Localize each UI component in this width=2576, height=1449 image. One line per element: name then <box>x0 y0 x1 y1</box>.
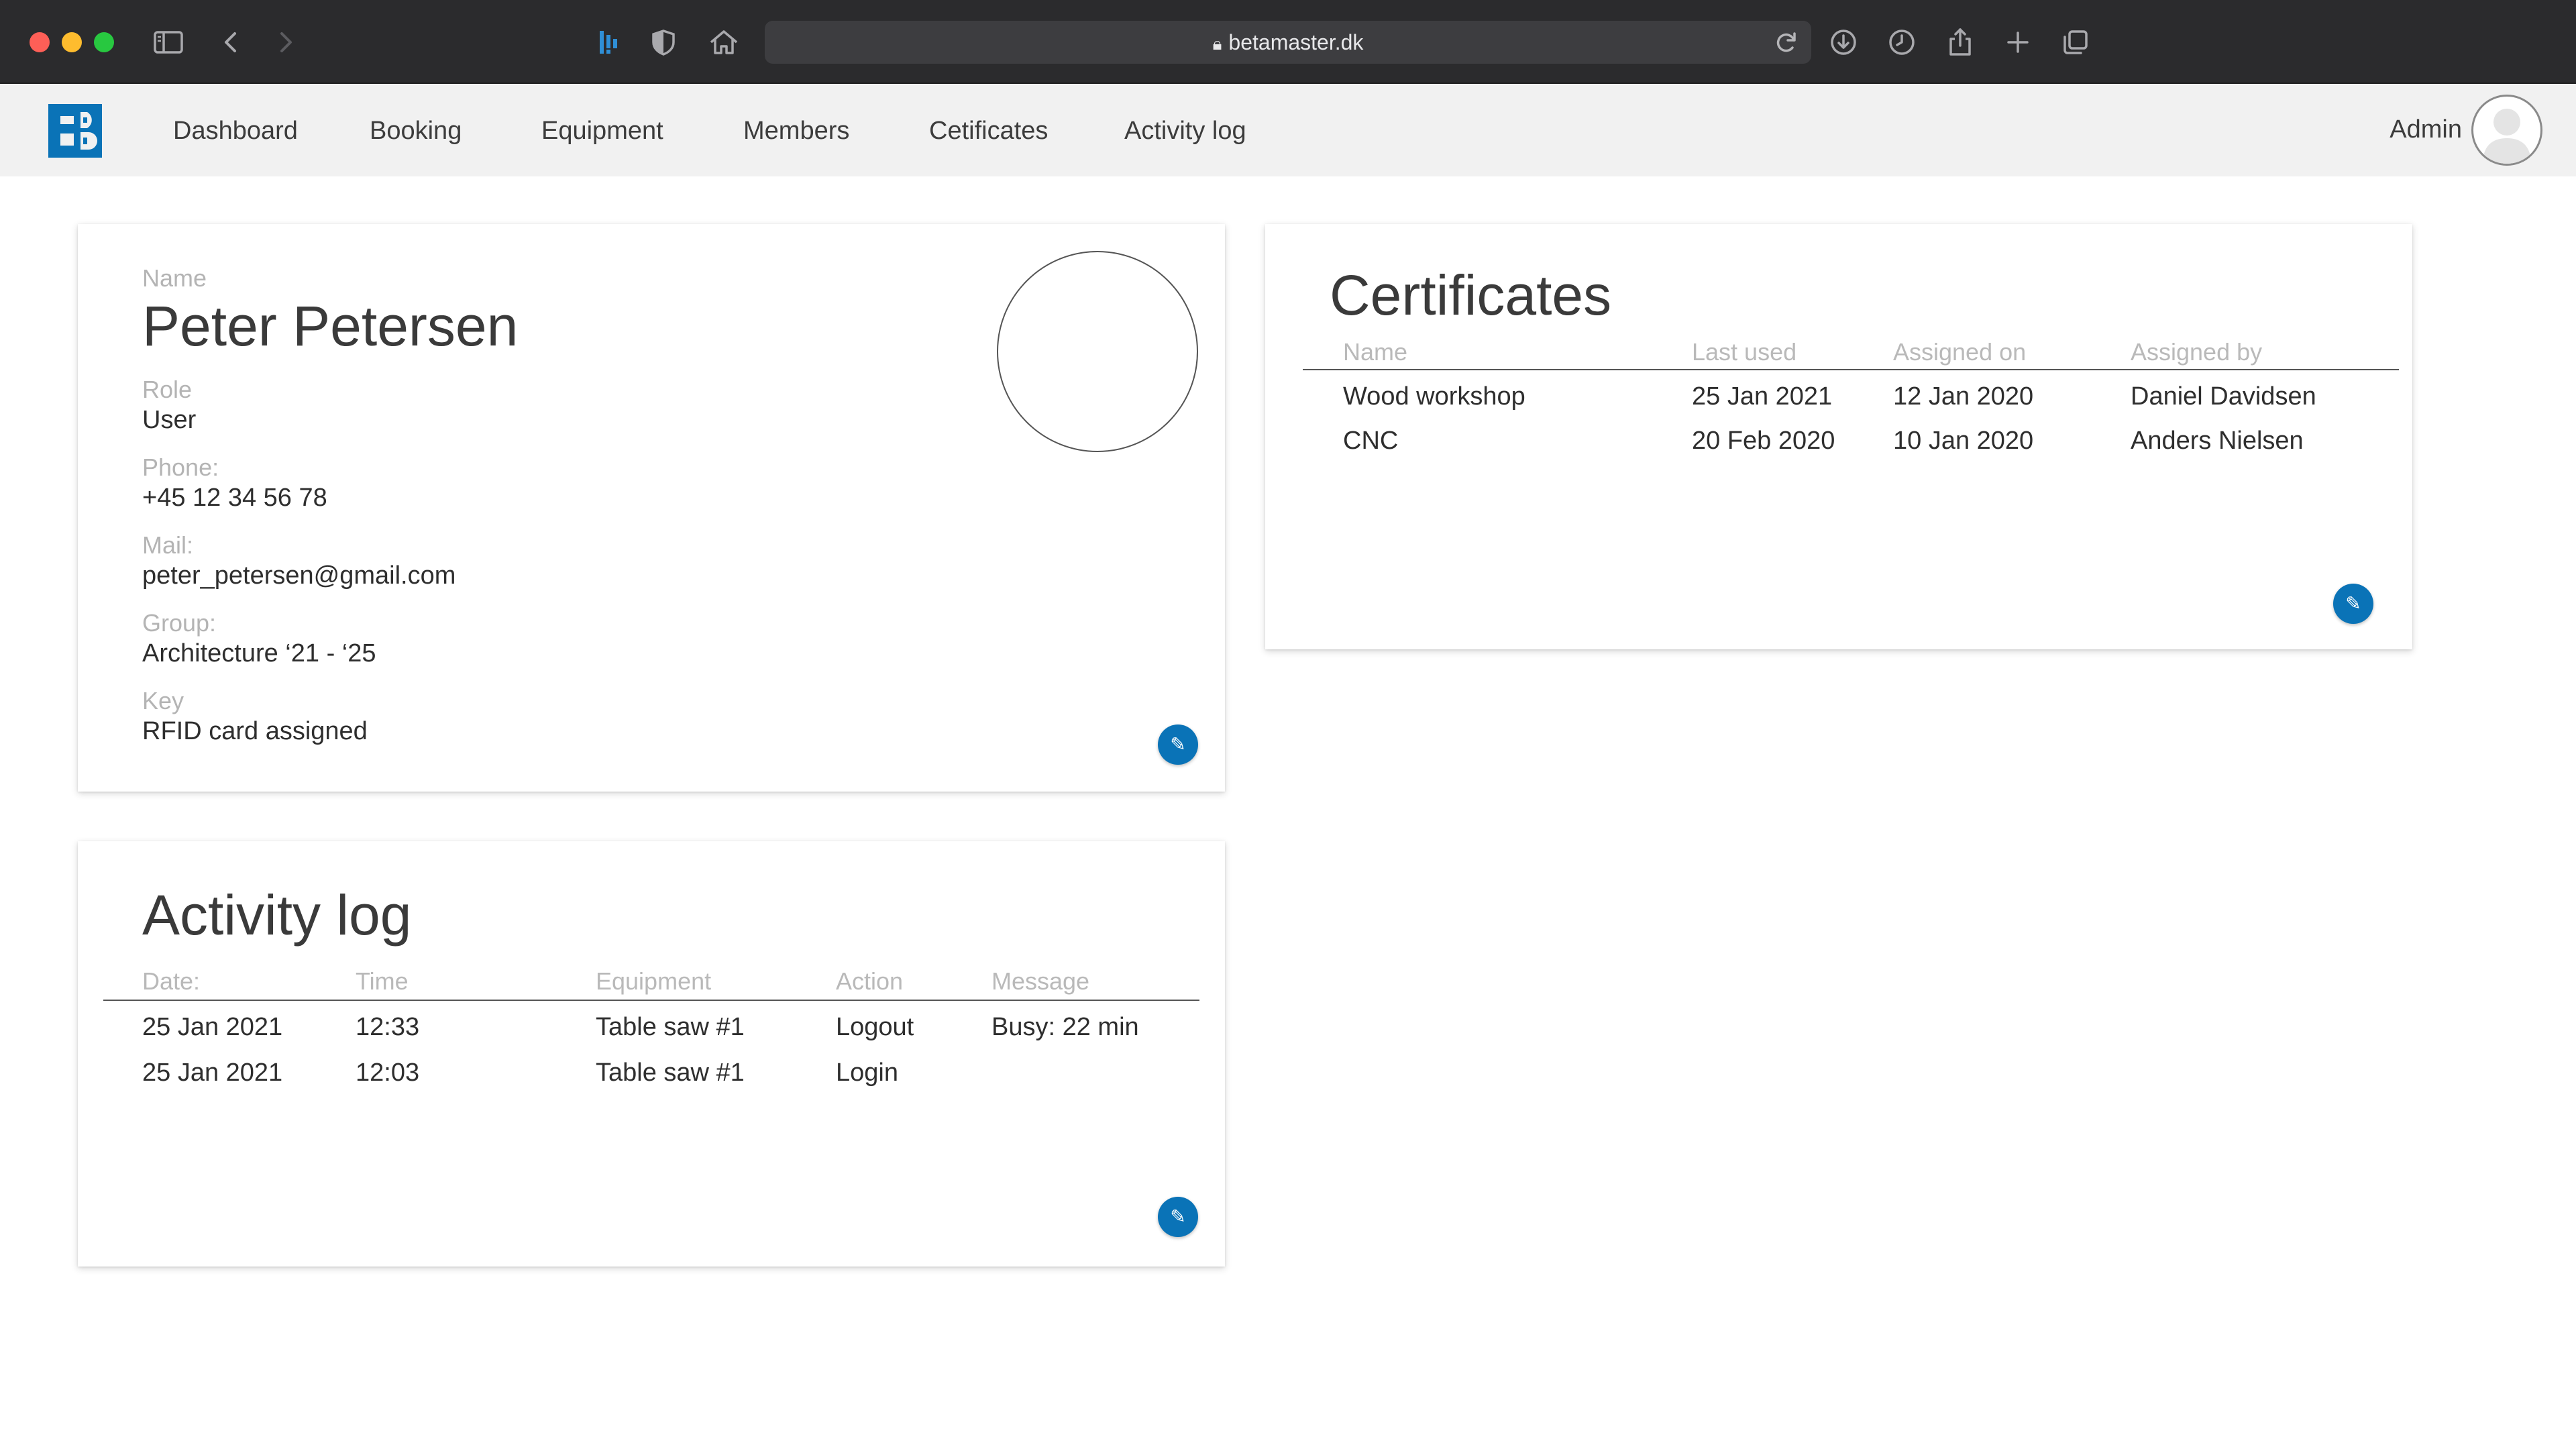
member-name: Peter Petersen <box>142 294 519 358</box>
window-minimize-button[interactable] <box>62 32 82 52</box>
certificate-assigned-on: 10 Jan 2020 <box>1893 427 2034 455</box>
sidebar-toggle-icon[interactable] <box>152 25 185 59</box>
app-navbar: Dashboard Booking Equipment Members Ceti… <box>0 84 2576 176</box>
activity-header-divider <box>103 1000 1199 1001</box>
phone-label: Phone: <box>142 453 219 481</box>
activity-action: Logout <box>836 1013 914 1041</box>
tabs-overview-icon[interactable] <box>2059 25 2092 59</box>
certificates-title: Certificates <box>1330 264 1612 327</box>
nav-dashboard[interactable]: Dashboard <box>173 112 298 150</box>
activity-time: 12:03 <box>356 1059 420 1087</box>
plus-icon[interactable] <box>2001 25 2035 59</box>
nav-members[interactable]: Members <box>743 112 849 150</box>
activity-equipment: Table saw #1 <box>596 1013 745 1041</box>
window-zoom-button[interactable] <box>94 32 114 52</box>
activity-col-date: Date: <box>142 967 201 995</box>
certificate-last-used: 25 Jan 2021 <box>1692 382 1833 411</box>
lock-icon: 🔒︎ <box>1212 34 1222 54</box>
betamaster-logo[interactable] <box>47 103 103 159</box>
edit-certificates-button[interactable]: ✎︎ <box>2333 584 2373 624</box>
group-value: Architecture ‘21 - ‘25 <box>142 639 376 667</box>
address-bar[interactable]: 🔒︎ betamaster.dk <box>765 21 1811 64</box>
user-silhouette-icon <box>2483 109 2531 164</box>
activity-col-message: Message <box>991 967 1090 995</box>
mail-label: Mail: <box>142 531 194 559</box>
key-value: RFID card assigned <box>142 717 368 745</box>
name-label: Name <box>142 264 207 292</box>
profile-card: Name Peter Petersen Role User Phone: +45… <box>78 224 1225 792</box>
certificates-col-assigned-on: Assigned on <box>1893 338 2027 366</box>
activity-col-time: Time <box>356 967 409 995</box>
certificate-assigned-by: Anders Nielsen <box>2131 427 2304 455</box>
activity-date: 25 Jan 2021 <box>142 1013 283 1041</box>
certificates-card: Certificates Name Last used Assigned on … <box>1265 224 2412 649</box>
user-name[interactable]: Admin <box>2390 111 2462 148</box>
pencil-icon: ✎︎ <box>1170 1205 1186 1228</box>
activity-equipment: Table saw #1 <box>596 1059 745 1087</box>
browser-toolbar: 🔒︎ betamaster.dk <box>0 0 2576 84</box>
group-label: Group: <box>142 609 217 637</box>
shield-icon[interactable] <box>647 25 680 59</box>
activity-log-title: Activity log <box>142 883 412 947</box>
download-icon[interactable] <box>1827 25 1860 59</box>
nav-activity-log[interactable]: Activity log <box>1124 112 1246 150</box>
certificates-col-assigned-by: Assigned by <box>2131 338 2263 366</box>
nav-certificates[interactable]: Cetificates <box>929 112 1048 150</box>
phone-value: +45 12 34 56 78 <box>142 484 327 512</box>
certificates-col-last-used: Last used <box>1692 338 1797 366</box>
nav-equipment[interactable]: Equipment <box>541 112 663 150</box>
activity-message: Busy: 22 min <box>991 1013 1139 1041</box>
role-label: Role <box>142 376 193 403</box>
activity-date: 25 Jan 2021 <box>142 1059 283 1087</box>
home-icon[interactable] <box>707 25 741 59</box>
edit-profile-button[interactable]: ✎︎ <box>1158 724 1198 765</box>
certificates-header-divider <box>1303 369 2399 370</box>
pencil-icon: ✎︎ <box>2345 592 2361 614</box>
certificate-name: CNC <box>1343 427 1399 455</box>
role-value: User <box>142 406 197 434</box>
certificates-col-name: Name <box>1343 338 1408 366</box>
chevron-left-icon[interactable] <box>215 25 248 59</box>
activity-col-equipment: Equipment <box>596 967 712 995</box>
certificate-last-used: 20 Feb 2020 <box>1692 427 1835 455</box>
nav-booking[interactable]: Booking <box>370 112 462 150</box>
certificate-assigned-by: Daniel Davidsen <box>2131 382 2316 411</box>
certificate-name: Wood workshop <box>1343 382 1525 411</box>
chevron-right-icon[interactable] <box>268 25 302 59</box>
address-bar-content: 🔒︎ betamaster.dk <box>765 21 1811 64</box>
reload-icon[interactable] <box>1770 25 1803 59</box>
activity-action: Login <box>836 1059 898 1087</box>
certificate-assigned-on: 12 Jan 2020 <box>1893 382 2034 411</box>
profile-photo[interactable] <box>997 251 1198 452</box>
url-text: betamaster.dk <box>1228 30 1364 54</box>
activity-time: 12:33 <box>356 1013 420 1041</box>
activity-col-action: Action <box>836 967 904 995</box>
activity-log-card: Activity log Date: Time Equipment Action… <box>78 841 1225 1267</box>
share-icon[interactable] <box>1943 25 1977 59</box>
key-label: Key <box>142 687 184 714</box>
betamaster-extension-icon[interactable] <box>592 25 625 59</box>
mail-value: peter_petersen@gmail.com <box>142 561 456 590</box>
edit-activity-log-button[interactable]: ✎︎ <box>1158 1197 1198 1237</box>
avatar[interactable] <box>2471 95 2542 166</box>
pencil-icon: ✎︎ <box>1170 733 1186 755</box>
clock-icon[interactable] <box>1885 25 1919 59</box>
window-close-button[interactable] <box>30 32 50 52</box>
